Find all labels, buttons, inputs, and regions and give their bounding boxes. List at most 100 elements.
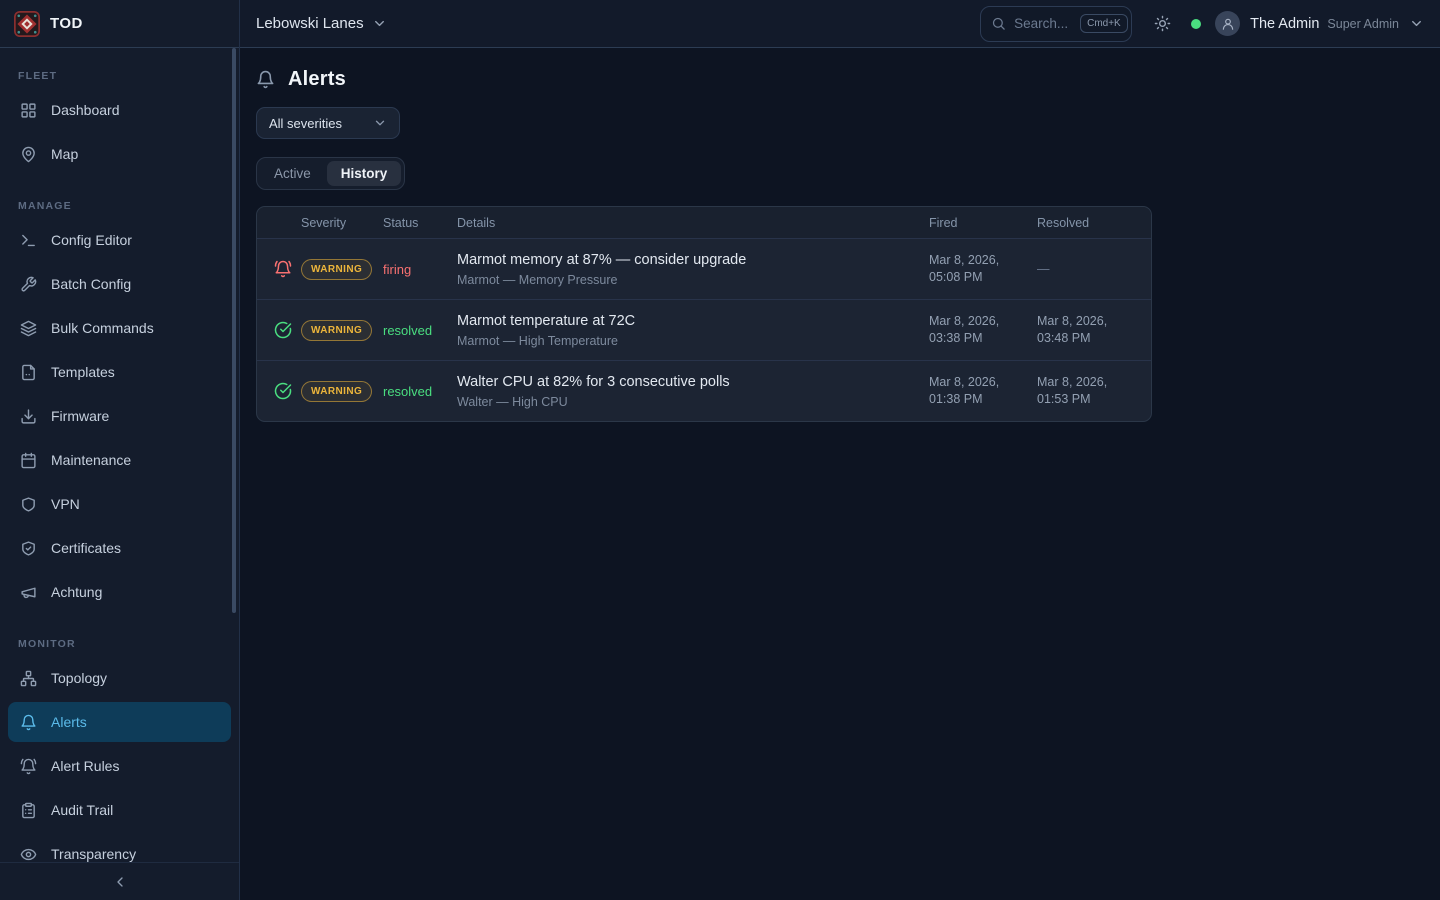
check-circle-icon	[274, 321, 292, 339]
sidebar-item-label: Transparency	[51, 846, 136, 862]
sidebar-item-label: Dashboard	[51, 102, 120, 118]
sidebar-item-certificates[interactable]: Certificates	[8, 528, 231, 568]
sidebar-item-alerts[interactable]: Alerts	[8, 702, 231, 742]
search-box[interactable]: Cmd+K	[980, 6, 1132, 42]
network-icon	[20, 670, 37, 687]
alert-subtitle: Walter — High CPU	[457, 395, 929, 409]
fired-at: Mar 8, 2026, 05:08 PM	[929, 252, 1013, 286]
dashboard-icon	[20, 102, 37, 119]
sidebar-item-audit-trail[interactable]: Audit Trail	[8, 790, 231, 830]
user-name: The Admin	[1250, 16, 1319, 32]
col-status: Status	[383, 216, 457, 230]
sidebar-item-label: Maintenance	[51, 452, 131, 468]
shield-icon	[20, 496, 37, 513]
sidebar-item-transparency[interactable]: Transparency	[8, 834, 231, 862]
megaphone-icon	[20, 584, 37, 601]
status-text: resolved	[383, 384, 457, 399]
section-label-monitor: MONITOR	[8, 616, 231, 658]
section-label-manage: MANAGE	[8, 178, 231, 220]
check-circle-icon	[274, 382, 292, 400]
severity-filter-value: All severities	[269, 116, 342, 131]
brand-name: TOD	[50, 15, 83, 32]
sidebar-item-label: Map	[51, 146, 78, 162]
sidebar-item-vpn[interactable]: VPN	[8, 484, 231, 524]
site-selector[interactable]: Lebowski Lanes	[256, 15, 387, 32]
sidebar-item-label: Topology	[51, 670, 107, 686]
severity-badge: WARNING	[301, 381, 372, 402]
sidebar-item-config-editor[interactable]: Config Editor	[8, 220, 231, 260]
wrench-icon	[20, 276, 37, 293]
col-fired: Fired	[929, 216, 1037, 230]
resolved-at: —	[1037, 261, 1121, 278]
sidebar-item-label: Batch Config	[51, 276, 131, 292]
sidebar-item-batch-config[interactable]: Batch Config	[8, 264, 231, 304]
sun-icon[interactable]	[1154, 15, 1171, 32]
section-label-fleet: FLEET	[8, 48, 231, 90]
layers-icon	[20, 320, 37, 337]
sidebar-item-map[interactable]: Map	[8, 134, 231, 174]
table-header: Severity Status Details Fired Resolved	[257, 207, 1151, 238]
download-icon	[20, 408, 37, 425]
page-header: Alerts	[256, 68, 1424, 91]
sidebar-item-label: Config Editor	[51, 232, 132, 248]
sidebar-item-topology[interactable]: Topology	[8, 658, 231, 698]
sidebar-item-firmware[interactable]: Firmware	[8, 396, 231, 436]
sidebar-item-label: Bulk Commands	[51, 320, 154, 336]
sidebar-item-label: Templates	[51, 364, 115, 380]
chevron-down-icon[interactable]	[1409, 16, 1424, 31]
alert-title: Marmot memory at 87% — consider upgrade	[457, 252, 929, 268]
sidebar-scrollbar[interactable]	[232, 48, 236, 613]
sidebar-item-label: Firmware	[51, 408, 109, 424]
sidebar-item-label: Audit Trail	[51, 802, 113, 818]
topbar-right: Cmd+K The Admin Super Admin	[980, 6, 1424, 42]
search-input[interactable]	[1014, 16, 1072, 31]
user-icon	[1221, 17, 1235, 31]
sidebar-item-achtung[interactable]: Achtung	[8, 572, 231, 612]
status-dot	[1191, 19, 1201, 29]
avatar[interactable]	[1215, 11, 1240, 36]
map-pin-icon	[20, 146, 37, 163]
alerts-tabs: Active History	[256, 157, 405, 190]
col-resolved: Resolved	[1037, 216, 1151, 230]
clipboard-list-icon	[20, 802, 37, 819]
table-row[interactable]: WARNING resolved Marmot temperature at 7…	[257, 299, 1151, 360]
sidebar-item-label: Alerts	[51, 714, 87, 730]
fired-at: Mar 8, 2026, 01:38 PM	[929, 374, 1013, 408]
alert-title: Marmot temperature at 72C	[457, 313, 929, 329]
col-severity: Severity	[301, 216, 383, 230]
chevron-down-icon	[372, 16, 387, 31]
resolved-at: Mar 8, 2026, 01:53 PM	[1037, 374, 1121, 408]
tab-active[interactable]: Active	[260, 161, 325, 186]
table-row[interactable]: WARNING resolved Walter CPU at 82% for 3…	[257, 360, 1151, 421]
search-shortcut-badge: Cmd+K	[1080, 14, 1128, 33]
sidebar-item-dashboard[interactable]: Dashboard	[8, 90, 231, 130]
sidebar-item-label: Achtung	[51, 584, 102, 600]
sidebar-item-label: VPN	[51, 496, 80, 512]
sidebar-item-maintenance[interactable]: Maintenance	[8, 440, 231, 480]
sidebar-item-alert-rules[interactable]: Alert Rules	[8, 746, 231, 786]
chevron-down-icon	[373, 116, 387, 130]
alerts-page: Alerts All severities Active History Sev…	[240, 48, 1440, 442]
status-text: resolved	[383, 323, 457, 338]
bell-icon	[256, 70, 275, 89]
search-icon	[991, 16, 1006, 31]
sidebar-item-templates[interactable]: Templates	[8, 352, 231, 392]
eye-icon	[20, 846, 37, 863]
severity-filter-select[interactable]: All severities	[256, 107, 400, 139]
terminal-icon	[20, 232, 37, 249]
page-title: Alerts	[288, 68, 346, 91]
alert-subtitle: Marmot — High Temperature	[457, 334, 929, 348]
fired-at: Mar 8, 2026, 03:38 PM	[929, 313, 1013, 347]
sidebar-item-label: Alert Rules	[51, 758, 119, 774]
main-column: Lebowski Lanes Cmd+K The Admin Super Adm…	[240, 0, 1440, 900]
tod-logo-icon	[14, 11, 40, 37]
severity-badge: WARNING	[301, 320, 372, 341]
table-row[interactable]: WARNING firing Marmot memory at 87% — co…	[257, 238, 1151, 299]
sidebar-footer	[0, 862, 239, 900]
chevron-left-icon[interactable]	[112, 874, 128, 890]
sidebar-nav: FLEET Dashboard Map MANAGE Config Editor…	[0, 48, 239, 862]
file-icon	[20, 364, 37, 381]
status-text: firing	[383, 262, 457, 277]
tab-history[interactable]: History	[327, 161, 402, 186]
sidebar-item-bulk-commands[interactable]: Bulk Commands	[8, 308, 231, 348]
